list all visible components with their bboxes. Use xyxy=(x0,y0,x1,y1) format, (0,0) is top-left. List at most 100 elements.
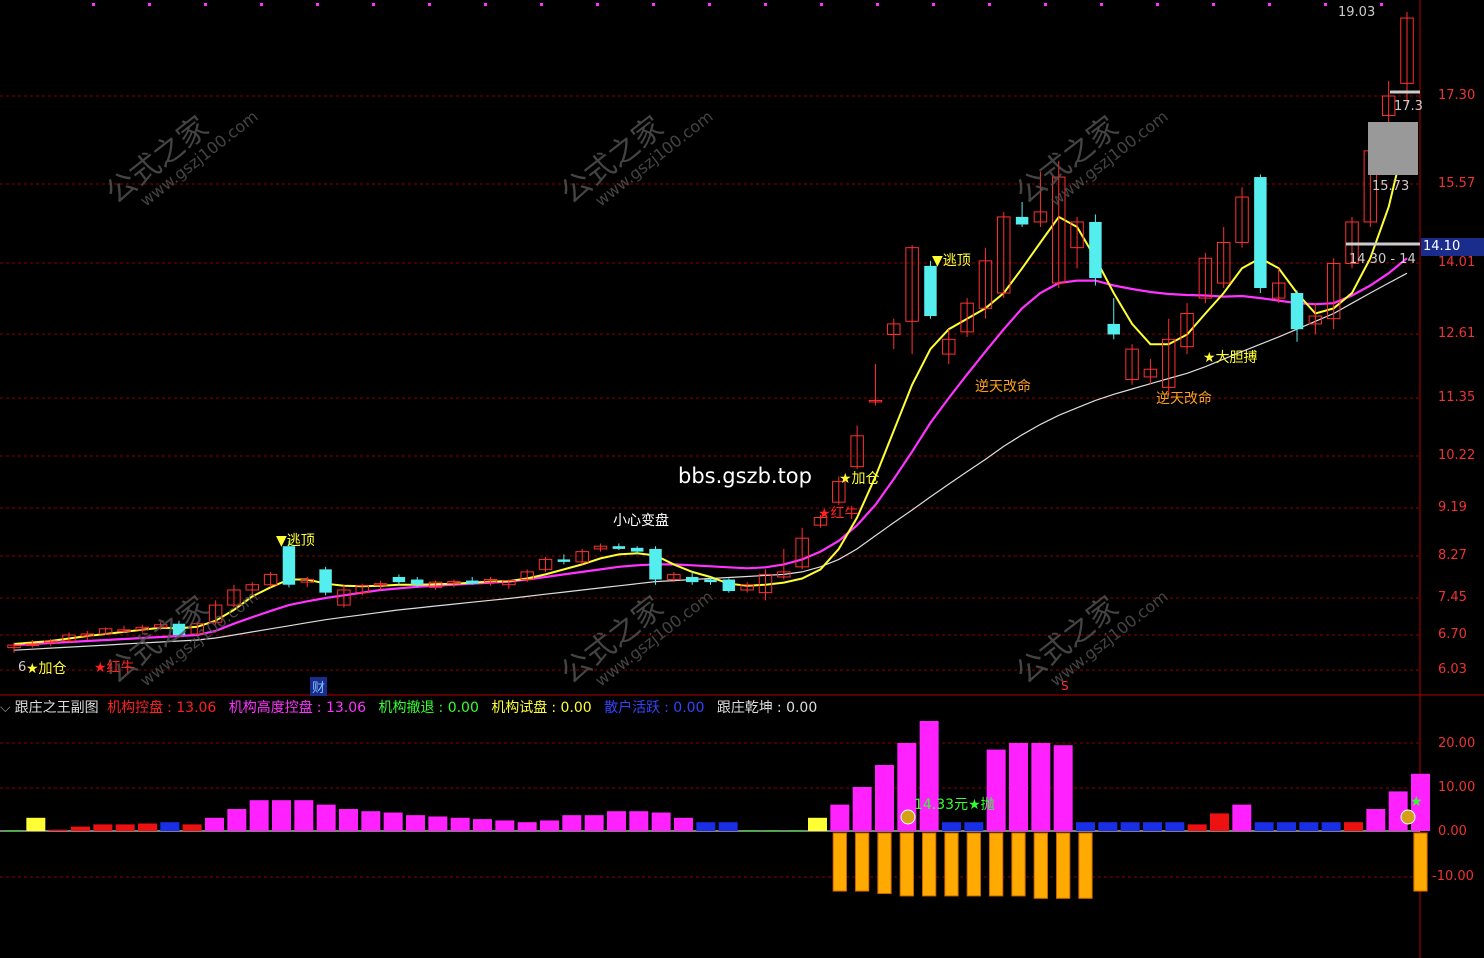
price-axis-label: 10.22 xyxy=(1438,448,1476,463)
indicator-bar xyxy=(138,823,157,831)
indicator-bar xyxy=(1277,822,1296,831)
candle-down xyxy=(465,580,479,584)
price-axis-label: 9.19 xyxy=(1438,500,1467,515)
negative-bar xyxy=(1011,832,1026,897)
indicator-bar xyxy=(428,816,448,831)
negative-bar xyxy=(989,832,1004,897)
signal-hongniu: ★红牛 xyxy=(94,660,135,676)
indicator-bar xyxy=(1254,822,1274,831)
price-axis-label: 8.27 xyxy=(1438,548,1467,563)
signal-jiacang: ★加仓 xyxy=(26,661,67,677)
site-text: bbs.gszb.top xyxy=(678,464,812,488)
negative-bar xyxy=(922,832,937,897)
top-marker xyxy=(148,3,151,6)
indicator-bar xyxy=(1232,804,1252,831)
candle-down xyxy=(924,265,937,317)
indicator-bar xyxy=(406,815,425,831)
indicator-bar xyxy=(964,822,984,831)
range-label: 14.30 - 14 xyxy=(1349,252,1416,267)
negative-bar xyxy=(966,832,981,897)
indicator-bar xyxy=(227,809,247,831)
sell-annotation: 14.33元★抛 xyxy=(914,797,995,813)
indicator-bar xyxy=(383,812,403,831)
candle-down xyxy=(1290,293,1304,330)
top-marker xyxy=(820,3,823,6)
legend-item-4: 散户活跃: 0.00 xyxy=(604,700,705,716)
range-box xyxy=(1368,122,1418,175)
top-marker xyxy=(1044,3,1047,6)
indicator-bar xyxy=(48,829,68,831)
top-marker xyxy=(876,3,879,6)
top-marker xyxy=(428,3,431,6)
legend-item-2: 机构撤退: 0.00 xyxy=(378,700,479,716)
negative-bar xyxy=(1078,832,1093,899)
candle-down xyxy=(557,559,571,562)
indicator-bar xyxy=(1098,822,1118,831)
top-marker xyxy=(708,3,711,6)
indicator-bar xyxy=(540,820,559,831)
indicator-bar xyxy=(26,817,46,831)
candle-down xyxy=(1089,221,1102,279)
indicator-bar xyxy=(785,830,805,831)
indicator-bar xyxy=(249,800,269,831)
top-marker xyxy=(92,3,95,6)
indicator-bar xyxy=(495,820,515,831)
coin-icon xyxy=(1400,809,1416,825)
indicator-axis-label: 20.00 xyxy=(1438,736,1476,751)
indicator-bar xyxy=(584,815,604,831)
indicator-bar xyxy=(93,824,113,831)
top-marker xyxy=(1156,3,1159,6)
price-axis-label: 11.35 xyxy=(1438,390,1476,405)
indicator-bar xyxy=(1165,822,1185,831)
top-marker xyxy=(932,3,935,6)
indicator-bar xyxy=(830,804,850,831)
indicator-bar xyxy=(629,811,649,831)
indicator-bar xyxy=(339,809,358,831)
indicator-bar xyxy=(1076,822,1095,831)
price-axis-label: 15.57 xyxy=(1438,176,1476,191)
candle-down xyxy=(630,547,644,552)
indicator-bar xyxy=(1120,822,1140,831)
candle-down xyxy=(704,579,717,583)
cai-marker: 财 xyxy=(310,677,328,696)
indicator-bar xyxy=(562,815,582,831)
indicator-bar xyxy=(1210,813,1229,831)
range-label: 17.3 xyxy=(1394,99,1423,114)
price-axis-label: 6.03 xyxy=(1438,662,1467,677)
indicator-bar xyxy=(942,822,961,831)
indicator-legend: ⌵ 跟庄之王副图 机构控盘: 13.06 机构高度控盘: 13.06 机构撤退: … xyxy=(0,697,825,716)
indicator-bar xyxy=(607,811,626,831)
top-marker xyxy=(596,3,599,6)
sell-annotation-right: ★ xyxy=(1410,794,1423,810)
current-price-tag: 14.10 xyxy=(1421,238,1484,256)
candle-down xyxy=(392,576,406,583)
legend-item-5: 跟庄乾坤: 0.00 xyxy=(716,700,818,716)
candle-down xyxy=(319,569,332,593)
negative-bar xyxy=(944,832,959,897)
top-marker xyxy=(316,3,319,6)
max-price-label: 19.03 xyxy=(1338,5,1376,20)
candle-down xyxy=(612,546,626,549)
signal-taoding: ▼逃顶 xyxy=(932,253,971,269)
negative-bar xyxy=(1056,832,1071,899)
price-axis-label: 12.61 xyxy=(1438,326,1476,341)
indicator-bar xyxy=(1009,743,1028,831)
top-marker xyxy=(540,3,543,6)
collapse-icon[interactable]: ⌵ xyxy=(0,700,11,716)
indicator-bar xyxy=(1187,824,1207,831)
indicator-axis-label: 10.00 xyxy=(1438,780,1476,795)
signal-hongniu: ★红牛 xyxy=(818,506,859,522)
indicator-axis-label: -10.00 xyxy=(1432,869,1474,884)
price-axis-label: 17.30 xyxy=(1438,88,1476,103)
candle-down xyxy=(282,546,296,585)
signal-dadan: ★大胆搏 xyxy=(1203,350,1258,366)
indicator-bar xyxy=(1366,809,1386,831)
coin-icon xyxy=(900,809,916,825)
legend-item-0: 机构控盘: 13.06 xyxy=(107,700,217,716)
signal-nitian: 逆天改命 xyxy=(1156,391,1212,407)
candle-down xyxy=(411,579,424,585)
legend-item-1: 机构高度控盘: 13.06 xyxy=(228,700,367,716)
top-marker xyxy=(1268,3,1271,6)
indicator-axis-label: 0.00 xyxy=(1438,824,1467,839)
indicator-bar xyxy=(182,824,202,831)
